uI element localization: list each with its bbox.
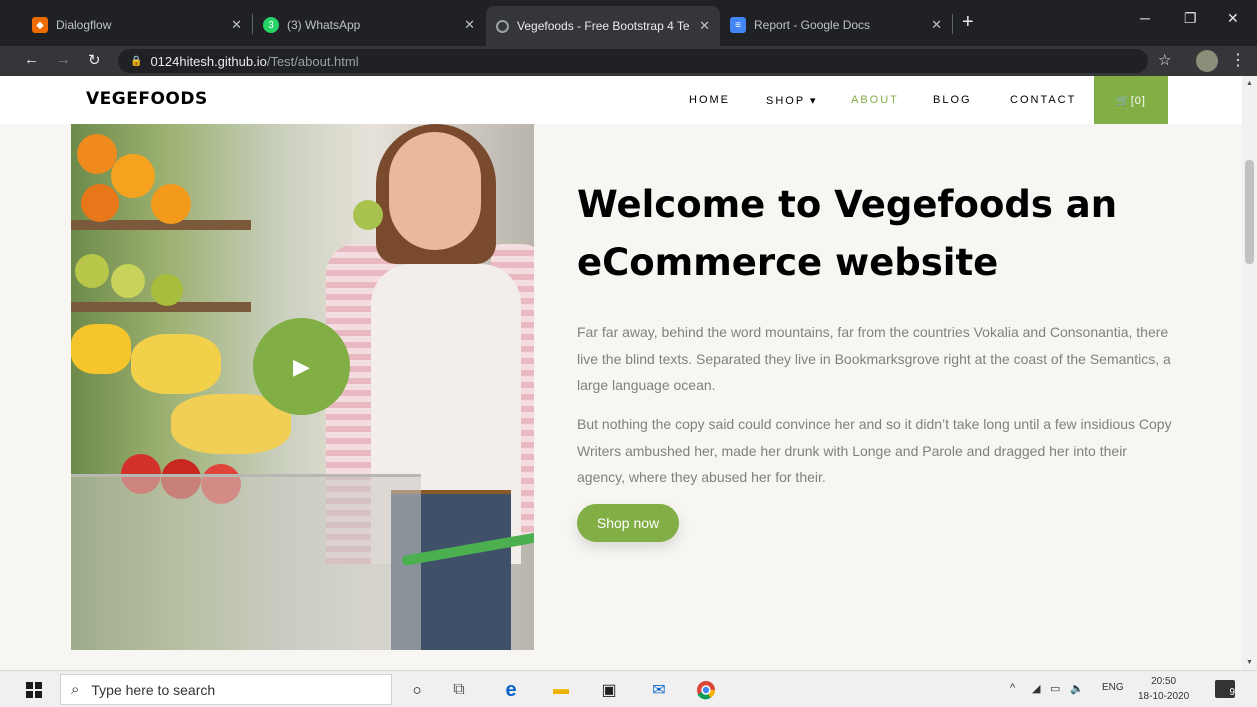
url-path: /Test/about.html [266,53,359,69]
language-indicator[interactable]: ENG [1102,682,1124,693]
browser-tab-bar: ◆ Dialogflow ✕ 3 (3) WhatsApp ✕ Vegefood… [0,0,1257,46]
file-explorer-icon[interactable]: ▬ [550,679,572,701]
orange [81,184,119,222]
clock-time: 20:50 [1151,676,1177,687]
close-icon[interactable]: ✕ [931,17,942,33]
nav-contact[interactable]: CONTACT [1010,94,1076,106]
nav-blog[interactable]: BLOG [933,94,972,106]
orange [111,154,155,198]
nav-home[interactable]: HOME [689,94,730,106]
window-close-icon[interactable]: ✕ [1227,10,1239,27]
back-icon[interactable]: ← [24,51,39,68]
shop-now-button[interactable]: Shop now [577,504,679,542]
store-icon[interactable]: ▣ [598,679,620,701]
close-icon[interactable]: ✕ [464,17,475,33]
minimize-icon[interactable]: ─ [1140,10,1150,26]
play-video-button[interactable]: ▶ [253,318,350,415]
nav-about[interactable]: ABOUT [851,94,899,106]
tray-chevron-icon[interactable]: ^ [1010,682,1015,694]
chrome-logo [697,681,715,700]
bookmark-star-icon[interactable]: ☆ [1158,51,1171,69]
windows-taskbar: ⌕ Type here to search ○ ⧉ e ▬ ▣ ✉ ^ ◢ ▭ … [0,670,1257,707]
cortana-icon[interactable]: ○ [406,679,428,701]
search-placeholder: Type here to search [91,681,216,698]
taskbar-clock[interactable]: 20:50 18-10-2020 [1138,674,1189,704]
tab-title: Vegefoods - Free Bootstrap 4 Te [517,19,690,33]
mail-icon[interactable]: ✉ [648,679,670,701]
page-viewport: VEGEFOODS HOME SHOP ▾ ABOUT BLOG CONTACT… [0,76,1257,670]
apple-green [151,274,183,306]
page-scrollbar[interactable]: ▲ ▼ [1242,76,1257,670]
tab-dialogflow[interactable]: ◆ Dialogflow ✕ [22,8,252,42]
scroll-down-icon[interactable]: ▼ [1246,659,1253,666]
restore-icon[interactable]: ❐ [1184,10,1197,27]
apple-green [111,264,145,298]
search-icon: ⌕ [71,681,80,698]
profile-avatar[interactable] [1196,50,1218,72]
clock-date: 18-10-2020 [1138,691,1190,702]
scrollbar-thumb[interactable] [1245,160,1254,264]
apple-green [353,200,383,230]
apple-green [75,254,109,288]
body-paragraph: But nothing the copy said could convince… [577,416,1172,485]
page-heading: Welcome to Vegefoods an eCommerce websit… [577,183,1118,284]
edge-icon[interactable]: e [500,679,522,701]
site-navbar: VEGEFOODS HOME SHOP ▾ ABOUT BLOG CONTACT… [0,76,1242,124]
tab-google-docs[interactable]: ≡ Report - Google Docs ✕ [720,8,952,42]
close-icon[interactable]: ✕ [699,18,710,34]
notification-count: 9 [1229,687,1235,698]
tab-title: (3) WhatsApp [287,18,361,32]
loading-icon [496,19,509,33]
bananas [131,334,221,394]
orange [77,134,117,174]
tab-whatsapp[interactable]: 3 (3) WhatsApp ✕ [253,8,485,42]
play-icon: ▶ [293,353,310,379]
menu-kebab-icon[interactable]: ⋮ [1230,50,1246,70]
wifi-icon[interactable]: ◢ [1032,682,1040,695]
site-brand-logo[interactable]: VEGEFOODS [86,89,208,109]
close-icon[interactable]: ✕ [231,17,242,33]
task-view-icon[interactable]: ⧉ [448,679,470,701]
nav-shop[interactable]: SHOP ▾ [766,94,818,107]
shopping-cart [71,474,421,650]
cart-button[interactable]: 🛒[0] [1094,76,1168,124]
tab-title: Dialogflow [56,18,112,32]
intro-paragraph: Far far away, behind the word mountains,… [577,324,1171,393]
reload-icon[interactable]: ↻ [88,51,101,69]
tab-divider [952,14,953,34]
url-input[interactable]: 🔒 0124hitesh.github.io /Test/about.html [118,49,1148,73]
tab-vegefoods[interactable]: Vegefoods - Free Bootstrap 4 Te ✕ [486,6,720,46]
docs-icon: ≡ [730,17,746,33]
whatsapp-icon: 3 [263,17,279,33]
windows-start-icon[interactable] [26,682,42,698]
orange [151,184,191,224]
lock-icon: 🔒 [130,55,143,67]
new-tab-button[interactable]: + [962,12,974,32]
scroll-up-icon[interactable]: ▲ [1246,80,1253,87]
volume-icon[interactable]: 🔈 [1070,682,1084,695]
url-host: 0124hitesh.github.io [150,53,267,69]
address-bar-row: ← → ↻ 🔒 0124hitesh.github.io /Test/about… [0,46,1257,76]
lemons [71,324,131,374]
face [389,132,481,250]
forward-icon[interactable]: → [56,51,71,68]
chrome-icon[interactable] [695,679,717,701]
battery-icon[interactable]: ▭ [1050,682,1060,695]
tab-title: Report - Google Docs [754,18,871,32]
taskbar-search-input[interactable]: ⌕ Type here to search [60,674,392,705]
notification-center-icon[interactable]: 9 [1215,680,1235,698]
dialogflow-icon: ◆ [32,17,48,33]
